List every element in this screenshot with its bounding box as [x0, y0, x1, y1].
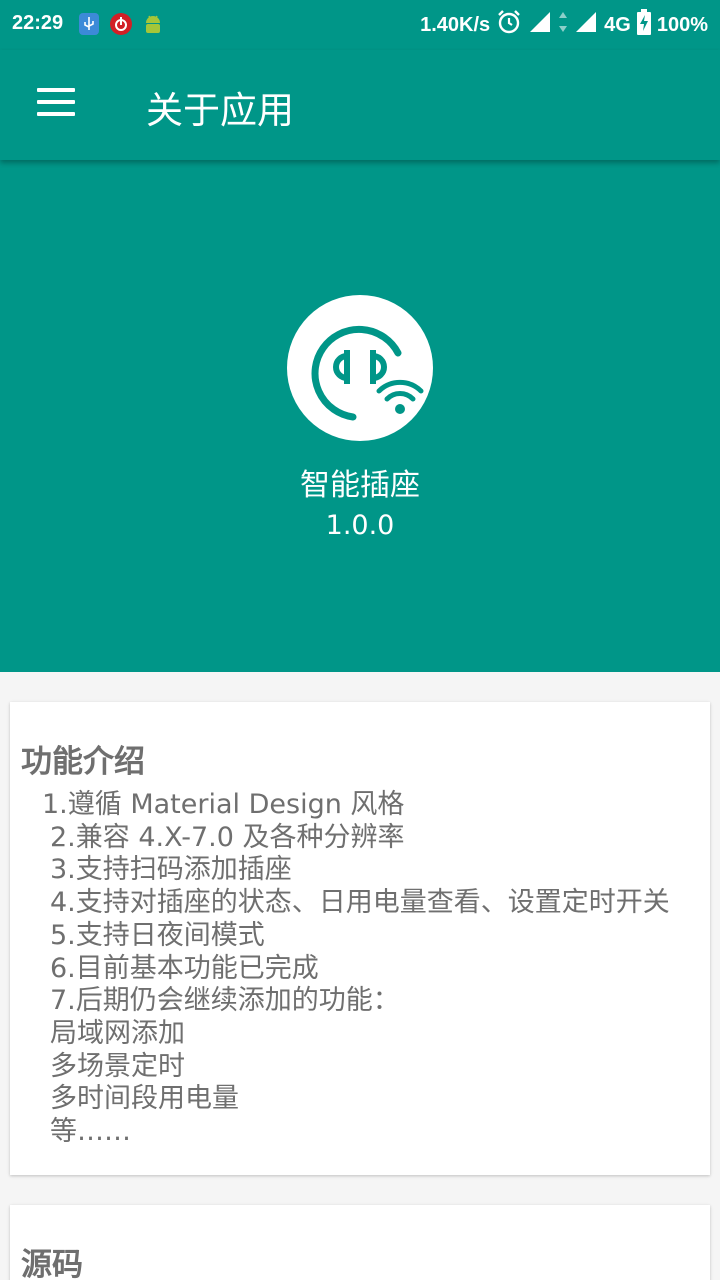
android-icon	[143, 13, 163, 35]
music-icon	[110, 13, 132, 35]
network-type: 4G	[604, 13, 631, 36]
feature-line: 多时间段用电量	[50, 1083, 239, 1115]
features-list: 1.遵循 Material Design 风格 2.兼容 4.X-7.0 及各种…	[42, 789, 670, 1149]
source-title: 源码	[21, 1247, 83, 1280]
features-card: 功能介绍 1.遵循 Material Design 风格 2.兼容 4.X-7.…	[10, 702, 710, 1175]
alarm-icon	[496, 9, 522, 41]
app-version: 1.0.0	[325, 510, 395, 541]
feature-line: 6.目前基本功能已完成	[50, 952, 319, 984]
status-right: 1.40K/s 4G 100%	[420, 9, 708, 41]
feature-line: 2.兼容 4.X-7.0 及各种分辨率	[50, 821, 405, 853]
feature-line: 3.支持扫码添加插座	[50, 854, 292, 886]
feature-line: 5.支持日夜间模式	[50, 919, 265, 951]
feature-line: 多场景定时	[50, 1050, 185, 1082]
app-header: 智能插座 1.0.0	[0, 160, 720, 672]
hamburger-menu-icon[interactable]	[26, 77, 86, 133]
status-time: 22:29	[12, 12, 64, 34]
battery-level: 100%	[656, 13, 708, 36]
feature-line: 等……	[50, 1116, 131, 1148]
toolbar-title: 关于应用	[146, 89, 294, 132]
feature-line: 1.遵循 Material Design 风格	[42, 789, 405, 820]
usb-icon	[79, 13, 99, 35]
features-title: 功能介绍	[21, 744, 145, 780]
feature-line: 局域网添加	[50, 1017, 185, 1049]
source-card[interactable]: 源码	[10, 1205, 710, 1280]
net-speed: 1.40K/s	[420, 13, 491, 36]
signal-icon	[528, 10, 552, 40]
app-toolbar: 关于应用	[0, 50, 720, 160]
feature-line: 4.支持对插座的状态、日用电量查看、设置定时开关	[50, 887, 670, 919]
status-bar: 22:29 1.40K/s 4G 100%	[0, 0, 720, 50]
signal-icon	[574, 10, 598, 40]
smart-socket-wifi-icon	[287, 295, 433, 441]
feature-line: 7.后期仍会继续添加的功能：	[50, 985, 400, 1017]
data-arrows-icon	[558, 10, 568, 40]
app-name: 智能插座	[300, 468, 420, 503]
battery-charging-icon	[636, 9, 651, 41]
